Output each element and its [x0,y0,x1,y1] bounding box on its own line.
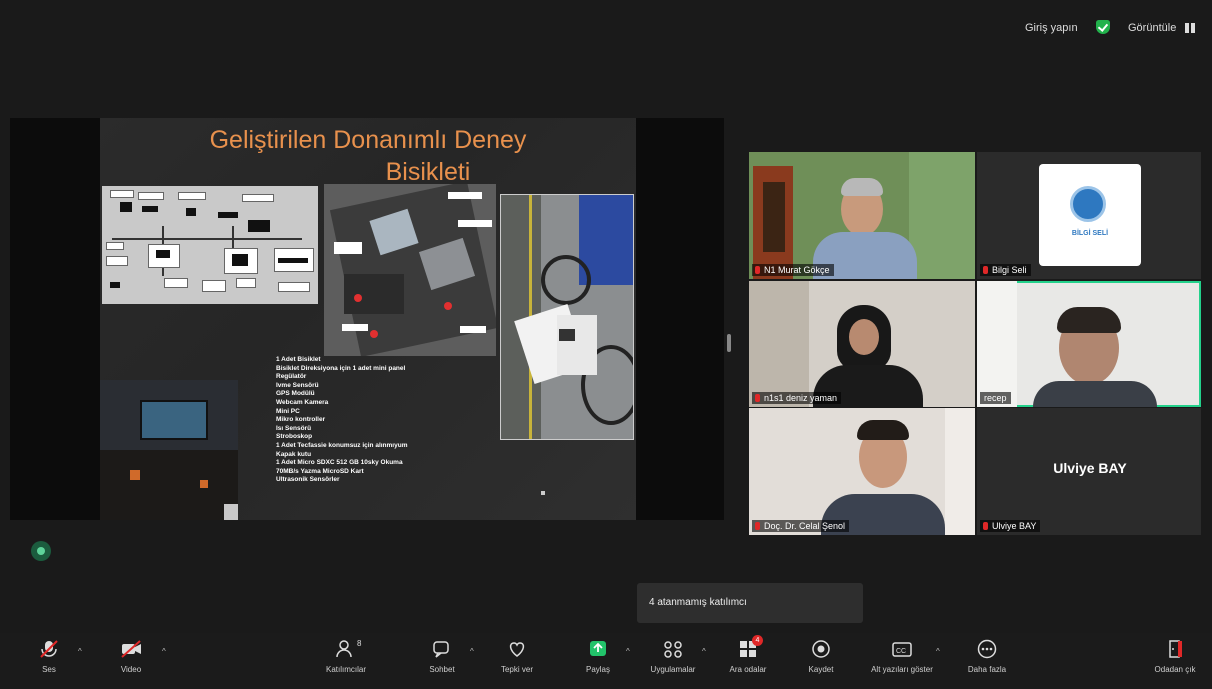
participant-name: recep [980,392,1011,404]
share-screen-icon [587,639,609,659]
react-button[interactable]: Tepki ver [482,639,552,674]
mic-muted-icon [755,266,760,274]
participant-name: Bilgi Seli [980,264,1031,276]
top-bar: Giriş yapın Görüntüle [0,0,1212,50]
bicycle-photo [500,194,634,440]
audio-options-chevron-icon[interactable]: ^ [78,647,82,656]
chat-button[interactable]: Sohbet [407,639,477,674]
participant-tile[interactable]: n1s1 deniz yaman [749,281,975,407]
view-grid-icon[interactable] [1185,23,1195,33]
participant-name: Doç. Dr. Celal Şenol [752,520,850,532]
breakout-rooms-button[interactable]: 4 Ara odalar [713,635,783,674]
audio-button[interactable]: Ses [14,639,84,674]
more-icon [976,639,998,659]
svg-text:CC: CC [896,648,906,655]
record-button[interactable]: Kaydet [786,639,856,674]
apps-icon [662,639,684,659]
participant-display-name: Ulviye BAY [1053,460,1127,476]
mic-muted-icon [983,266,988,274]
closed-captions-icon: CC [891,639,913,659]
apps-options-chevron-icon[interactable]: ^ [702,647,706,656]
participant-tile[interactable]: N1 Murat Gökçe [749,152,975,279]
share-options-chevron-icon[interactable]: ^ [626,647,630,656]
participant-tile[interactable]: Ulviye BAY Ulviye BAY [977,408,1201,535]
participants-icon: 8 [335,639,361,659]
breakout-rooms-icon: 4 [737,635,763,659]
view-button[interactable]: Görüntüle [1128,22,1176,34]
unassigned-participants-notice[interactable]: 4 atanmamış katılımcı [637,583,863,623]
hardware-photo [324,184,496,356]
captions-options-chevron-icon[interactable]: ^ [936,647,940,656]
meeting-toolbar: Ses ^ Video ^ 8 Katılımcılar Sohbet ^ Te… [0,633,1212,689]
notification-badge: 4 [752,635,763,646]
panel-resize-handle[interactable] [727,334,731,352]
video-options-chevron-icon[interactable]: ^ [162,647,166,656]
chat-icon [431,639,453,659]
mouse-cursor [541,491,545,495]
captions-button[interactable]: CC Alt yazıları göster [857,639,947,674]
apps-button[interactable]: Uygulamalar [638,639,708,674]
leave-room-button[interactable]: Odadan çık [1140,639,1210,674]
mic-muted-icon [983,522,988,530]
equipment-list: 1 Adet Bisiklet Bisiklet Direksiyona içi… [276,356,408,484]
more-button[interactable]: Daha fazla [952,639,1022,674]
presentation-slide: Geliştirilen Donanımlı Deney Bisikleti 1… [100,118,636,520]
chat-options-chevron-icon[interactable]: ^ [470,647,474,656]
sign-in-link[interactable]: Giriş yapın [1025,22,1078,34]
device-photo [100,380,238,520]
heart-icon [506,639,528,659]
participant-name: Ulviye BAY [980,520,1041,532]
wiring-diagram-image [102,186,318,304]
leave-door-icon [1164,639,1186,659]
record-icon [810,639,832,659]
participant-tile[interactable]: BİLGİ SELİ Bilgi Seli [977,152,1201,279]
video-button[interactable]: Video [96,639,166,674]
participant-name: n1s1 deniz yaman [752,392,842,404]
camera-off-icon [120,639,142,659]
avatar[interactable] [31,541,51,561]
participant-name: N1 Murat Gökçe [752,264,834,276]
participant-tile-active-speaker[interactable]: recep [977,281,1201,407]
slide-title: Geliştirilen Donanımlı Deney Bisikleti [209,126,527,186]
mic-muted-icon [755,394,760,402]
mic-muted-icon [755,522,760,530]
organization-logo: BİLGİ SELİ [1039,164,1141,266]
share-button[interactable]: Paylaş [563,639,633,674]
microphone-muted-icon [38,639,60,659]
participant-tile[interactable]: Doç. Dr. Celal Şenol [749,408,975,535]
shield-check-icon[interactable] [1096,20,1110,34]
participants-button[interactable]: 8 Katılımcılar [311,639,381,674]
